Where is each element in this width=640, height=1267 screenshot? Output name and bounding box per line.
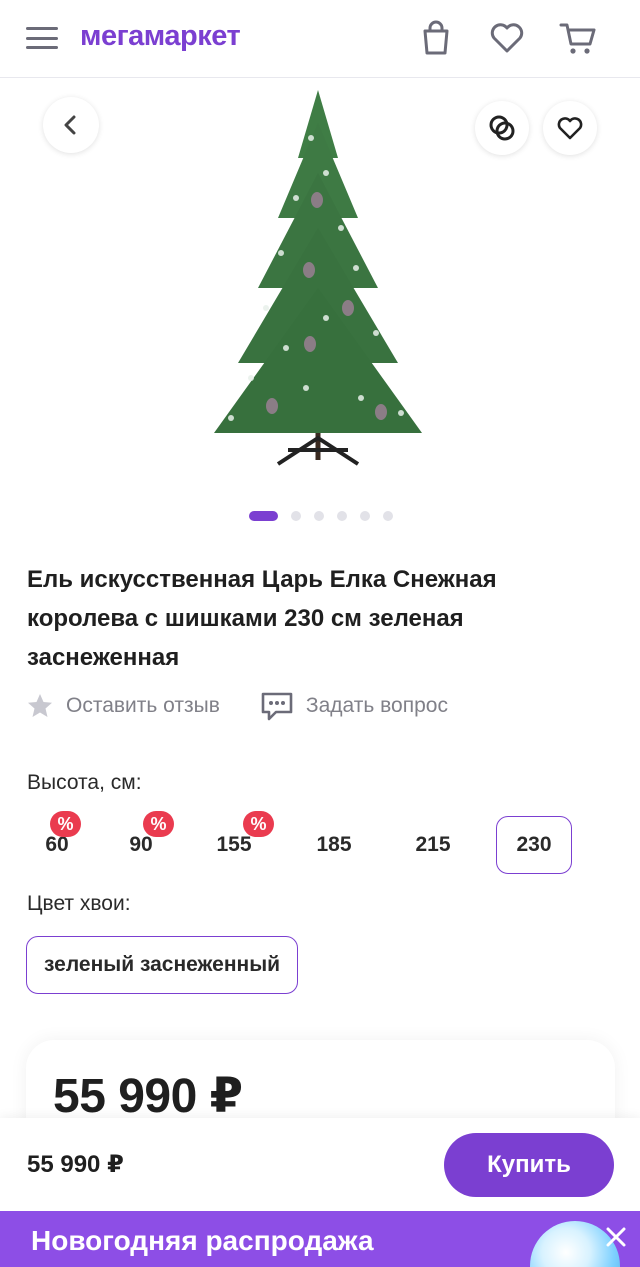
height-option[interactable]: 60 % — [19, 811, 95, 874]
pagination-dot[interactable] — [291, 511, 301, 521]
heart-icon[interactable] — [487, 18, 527, 58]
ask-question-link[interactable]: Задать вопрос — [260, 690, 448, 722]
compare-button[interactable] — [475, 101, 529, 155]
leave-review-label: Оставить отзыв — [66, 694, 220, 717]
sticky-price: 55 990 ₽ — [27, 1151, 124, 1178]
discount-badge: % — [50, 811, 81, 837]
star-icon — [26, 692, 54, 720]
sticky-buy-bar: 55 990 ₽ Купить — [0, 1118, 640, 1211]
site-logo[interactable]: мегамаркет — [80, 20, 241, 53]
product-price: 55 990 ₽ — [53, 1070, 243, 1123]
height-option[interactable]: 90 % — [103, 811, 179, 874]
height-option-value: 185 — [316, 833, 352, 856]
height-option[interactable]: 155 % — [196, 811, 274, 874]
product-actions: Оставить отзыв Задать вопрос — [26, 688, 448, 724]
pagination-dot[interactable] — [383, 511, 393, 521]
height-label: Высота, см: — [27, 771, 142, 794]
product-gallery[interactable] — [26, 78, 615, 487]
height-option[interactable]: 185 — [296, 816, 372, 874]
height-option-value: 155 — [216, 833, 252, 856]
needle-color-option-selected[interactable]: зеленый заснеженный — [26, 936, 299, 994]
promo-text: Новогодняя распродажа — [31, 1225, 374, 1256]
cart-icon[interactable] — [558, 18, 598, 58]
pagination-dot[interactable] — [337, 511, 347, 521]
product-image — [26, 78, 615, 487]
chat-icon — [260, 690, 294, 722]
pagination-dot[interactable] — [249, 511, 278, 521]
compare-icon — [489, 115, 515, 141]
favorite-button[interactable] — [543, 101, 597, 155]
ask-question-label: Задать вопрос — [305, 694, 448, 717]
height-option-value: 90 — [129, 833, 153, 856]
menu-icon[interactable] — [26, 27, 58, 51]
gallery-pagination — [249, 511, 406, 521]
discount-badge: % — [243, 811, 274, 837]
promo-banner[interactable]: Новогодняя распродажа — [0, 1211, 640, 1267]
product-title: Ель искусственная Царь Елка Снежная коро… — [27, 566, 497, 671]
height-option-value: 215 — [415, 833, 451, 856]
pagination-dot[interactable] — [360, 511, 370, 521]
pagination-dot[interactable] — [314, 511, 324, 521]
buy-button[interactable]: Купить — [444, 1133, 614, 1197]
christmas-tree-image — [214, 90, 422, 466]
height-option-value: 230 — [516, 833, 552, 856]
top-header: мегамаркет — [0, 0, 640, 78]
height-option[interactable]: 215 — [395, 816, 471, 874]
bag-icon[interactable] — [416, 18, 456, 58]
needle-color-label: Цвет хвои: — [27, 892, 131, 915]
leave-review-link[interactable]: Оставить отзыв — [26, 692, 220, 720]
discount-badge: % — [143, 811, 174, 837]
favorite-icon — [557, 117, 583, 140]
back-button[interactable] — [43, 97, 99, 153]
close-icon[interactable] — [604, 1225, 628, 1249]
back-icon — [64, 115, 76, 135]
height-option-selected[interactable]: 230 — [496, 816, 572, 874]
